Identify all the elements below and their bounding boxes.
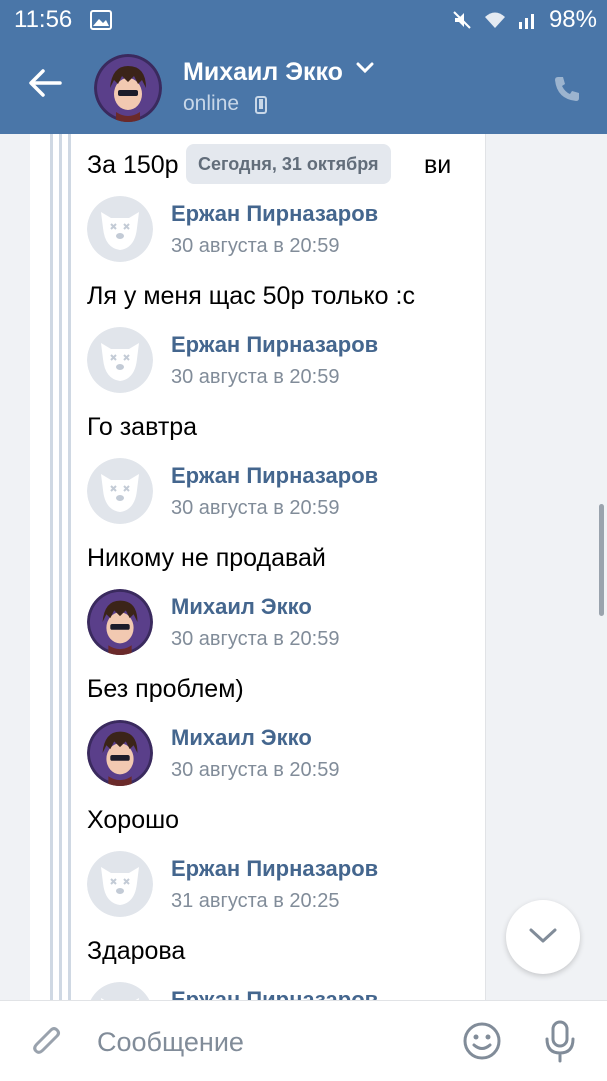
mute-icon xyxy=(453,11,471,29)
message-text-tail: ви xyxy=(424,151,452,179)
message-input-bar: Сообщение xyxy=(0,1000,607,1081)
gallery-icon xyxy=(90,10,112,30)
author-name[interactable]: Михаил Экко xyxy=(171,594,312,620)
message-date: 30 августа в 20:59 xyxy=(171,628,340,650)
message-text: За 150р xyxy=(87,151,179,179)
message-text: Здарова xyxy=(87,937,186,965)
phone-icon xyxy=(255,96,267,114)
message-date: 30 августа в 20:59 xyxy=(171,366,340,388)
message-text: Никому не продавай xyxy=(87,544,326,572)
avatar[interactable] xyxy=(87,720,153,786)
date-separator: Сегодня, 31 октября xyxy=(186,144,391,184)
message-text: Ля у меня щас 50р только :с xyxy=(87,282,415,310)
signal-icon xyxy=(518,14,534,29)
avatar[interactable] xyxy=(87,851,153,917)
chevron-down-icon[interactable] xyxy=(356,62,374,74)
status-bar: 11:56 98% xyxy=(0,0,607,40)
author-name[interactable]: Ержан Пирназаров xyxy=(171,332,378,358)
author-name[interactable]: Ержан Пирназаров xyxy=(171,201,378,227)
smile-icon[interactable] xyxy=(462,1021,502,1061)
author-name[interactable]: Михаил Экко xyxy=(171,725,312,751)
message-list[interactable]: За 150р ви Сегодня, 31 октября Ержан Пир… xyxy=(0,134,607,1000)
message-date: 30 августа в 20:59 xyxy=(171,759,340,781)
message-text: Го завтра xyxy=(87,413,198,441)
avatar[interactable] xyxy=(87,589,153,655)
author-name[interactable]: Ержан Пирназаров xyxy=(171,987,378,1000)
chevron-down-icon xyxy=(529,928,557,943)
online-status: online xyxy=(183,92,240,115)
quote-line xyxy=(485,134,486,1000)
quote-line xyxy=(68,134,71,1000)
scroll-down-button[interactable] xyxy=(506,900,580,974)
battery-level: 98% xyxy=(548,6,597,33)
author-name[interactable]: Ержан Пирназаров xyxy=(171,856,378,882)
mic-icon[interactable] xyxy=(542,1019,578,1063)
message-text: Хорошо xyxy=(87,806,180,834)
scrollbar[interactable] xyxy=(599,504,604,616)
message-text: Без проблем) xyxy=(87,675,244,703)
message-date: 30 августа в 20:59 xyxy=(171,497,340,519)
message-date: 30 августа в 20:59 xyxy=(171,235,340,257)
quote-line xyxy=(50,134,53,1000)
back-arrow-icon[interactable] xyxy=(28,68,62,98)
author-name[interactable]: Ержан Пирназаров xyxy=(171,463,378,489)
avatar[interactable] xyxy=(87,327,153,393)
message-date: 31 августа в 20:25 xyxy=(171,890,340,912)
message-input[interactable]: Сообщение xyxy=(97,1027,244,1058)
chat-header: Михаил Экко online xyxy=(0,40,607,134)
contact-name[interactable]: Михаил Экко xyxy=(183,58,343,87)
wifi-icon xyxy=(484,12,505,28)
status-time: 11:56 xyxy=(14,6,73,33)
quote-line xyxy=(59,134,62,1000)
avatar[interactable] xyxy=(87,458,153,524)
call-icon[interactable] xyxy=(552,74,582,104)
avatar[interactable] xyxy=(94,54,162,122)
attach-icon[interactable] xyxy=(30,1021,64,1061)
avatar[interactable] xyxy=(87,196,153,262)
